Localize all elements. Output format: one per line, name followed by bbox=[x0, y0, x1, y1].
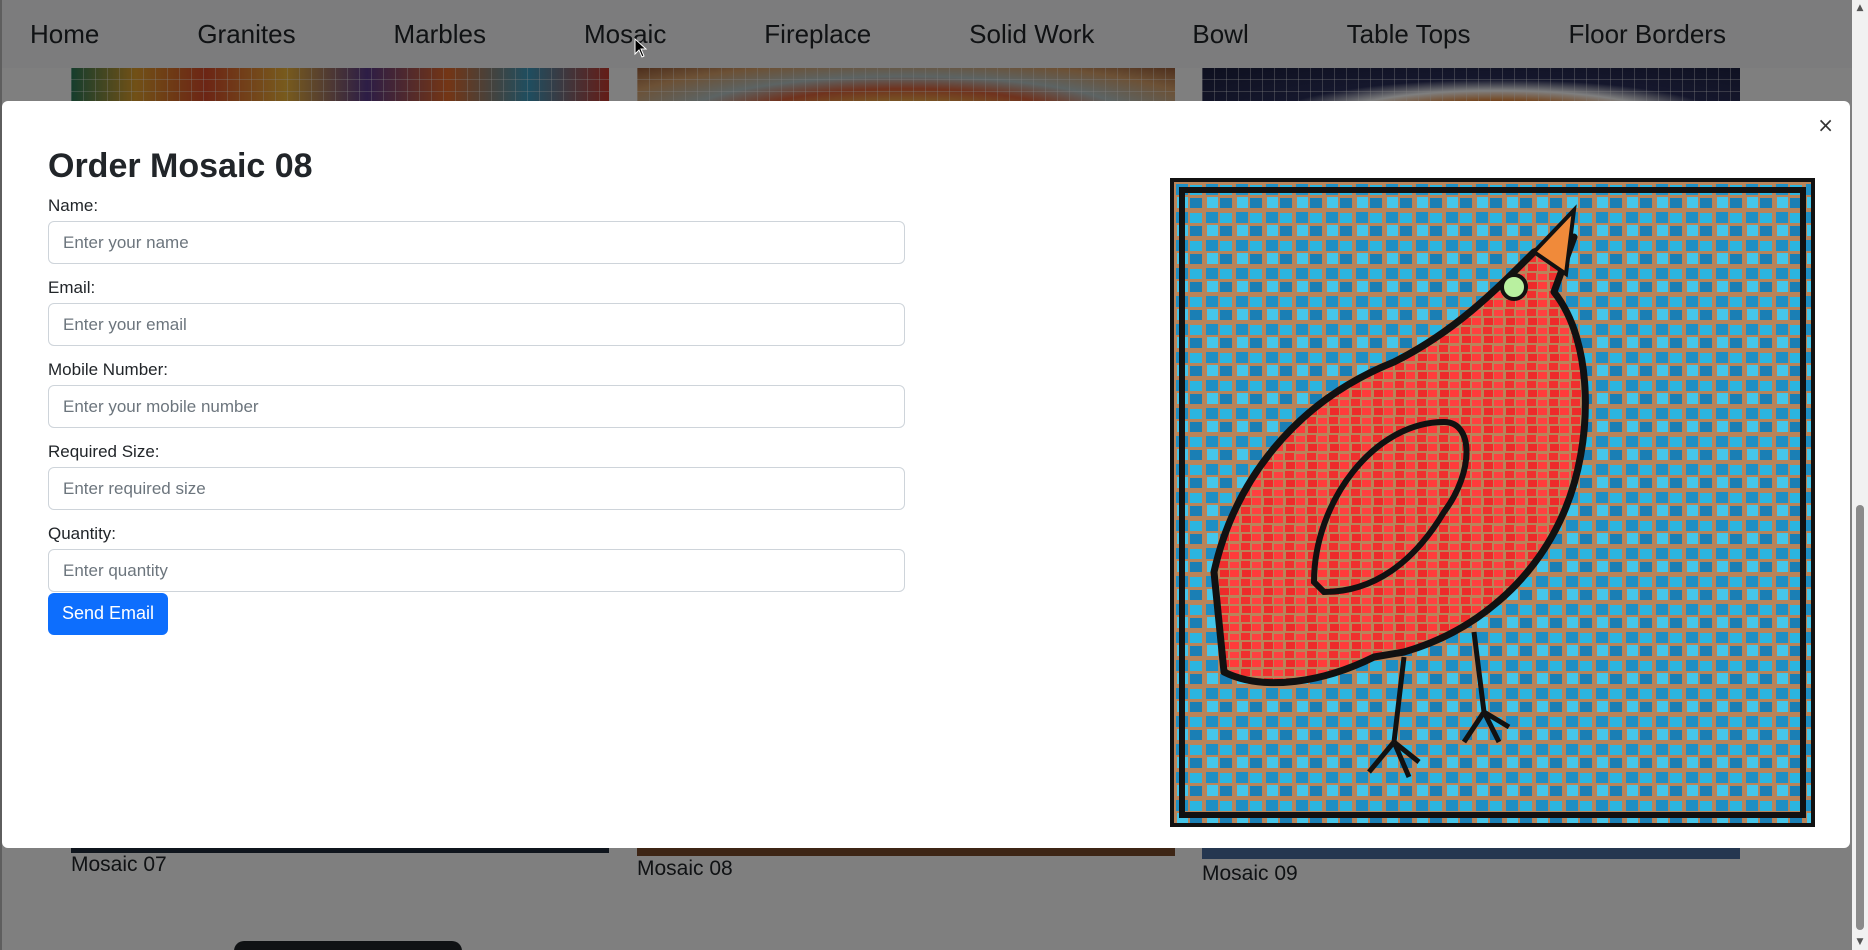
close-icon[interactable]: × bbox=[1817, 115, 1834, 135]
name-field-group: Name: bbox=[48, 196, 905, 264]
name-input[interactable] bbox=[48, 221, 905, 264]
modal-title: Order Mosaic 08 bbox=[48, 147, 313, 185]
email-input[interactable] bbox=[48, 303, 905, 346]
email-field-group: Email: bbox=[48, 278, 905, 346]
scroll-up-icon[interactable]: ▲ bbox=[1852, 0, 1868, 16]
size-input[interactable] bbox=[48, 467, 905, 510]
size-label: Required Size: bbox=[48, 442, 160, 461]
order-form: Order Mosaic 08 Name: Email: Mobile Numb… bbox=[48, 147, 905, 635]
quantity-input[interactable] bbox=[48, 549, 905, 592]
scrollbar-thumb[interactable] bbox=[1856, 505, 1864, 930]
mobile-label: Mobile Number: bbox=[48, 360, 168, 379]
mobile-input[interactable] bbox=[48, 385, 905, 428]
email-label: Email: bbox=[48, 278, 96, 297]
mouse-cursor-icon bbox=[634, 38, 648, 58]
order-modal: × Order Mosaic 08 Name: Email: Mobile Nu… bbox=[2, 101, 1850, 848]
page-scrollbar[interactable]: ▲ ▼ bbox=[1852, 0, 1868, 950]
mobile-field-group: Mobile Number: bbox=[48, 360, 905, 428]
quantity-label: Quantity: bbox=[48, 524, 117, 543]
quantity-field-group: Quantity: bbox=[48, 524, 905, 592]
mosaic-08-image bbox=[1170, 178, 1815, 827]
name-label: Name: bbox=[48, 196, 99, 215]
scroll-down-icon[interactable]: ▼ bbox=[1852, 934, 1868, 950]
size-field-group: Required Size: bbox=[48, 442, 905, 510]
send-email-button[interactable]: Send Email bbox=[48, 592, 169, 635]
bird-mosaic-illustration bbox=[1174, 182, 1811, 823]
